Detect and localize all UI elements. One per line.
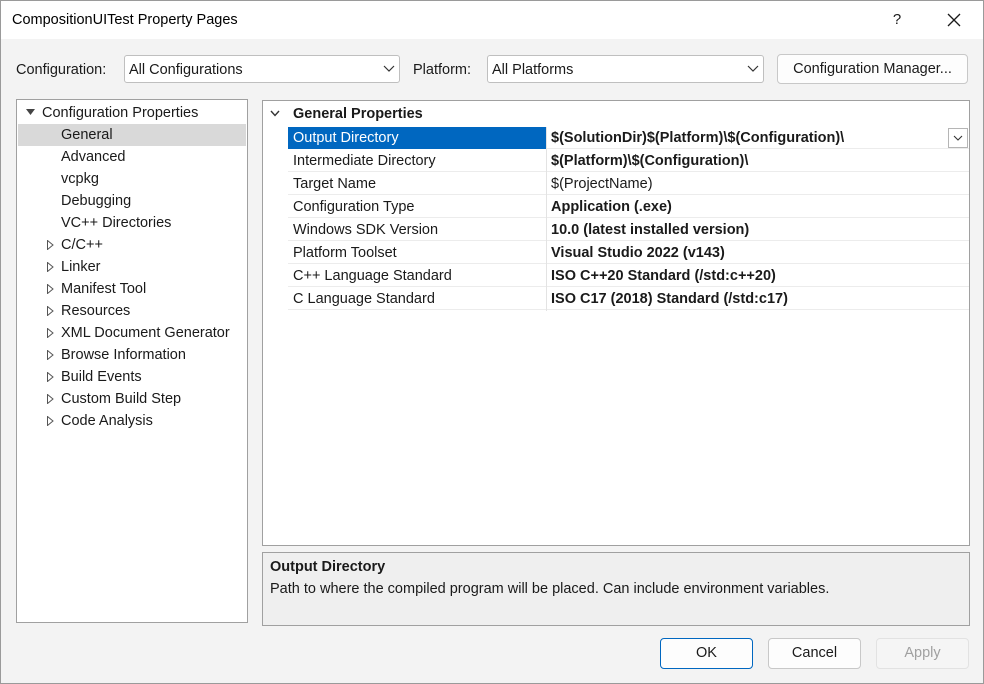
platform-label: Platform: [413,62,472,78]
expand-triangle-icon[interactable] [47,416,54,426]
property-name: Platform Toolset [288,242,546,264]
expand-triangle-icon[interactable] [47,350,54,360]
property-grid: General Properties Output Directory $(So… [262,100,970,546]
property-value[interactable]: $(Platform)\$(Configuration)\ [547,150,969,172]
property-row-windows-sdk-version[interactable]: Windows SDK Version 10.0 (latest install… [263,219,969,242]
cancel-button[interactable]: Cancel [768,638,861,669]
tree-item-label: Resources [61,303,131,319]
tree-item-manifest-tool[interactable]: Manifest Tool [18,278,246,300]
help-button[interactable]: ? [872,3,922,37]
tree-item-debugging[interactable]: Debugging [18,190,246,212]
property-row-target-name[interactable]: Target Name $(ProjectName) [263,173,969,196]
category-title: General Properties [293,106,423,122]
tree-item-vc-directories[interactable]: VC++ Directories [18,212,246,234]
tree-item-label: vcpkg [61,171,99,187]
property-name: Target Name [288,173,546,195]
property-name: C Language Standard [288,288,546,310]
property-value[interactable]: ISO C++20 Standard (/std:c++20) [547,265,969,287]
tree-item-label: Debugging [61,193,132,209]
tree-item-label: C/C++ [61,237,103,253]
property-value[interactable]: $(SolutionDir)$(Platform)\$(Configuratio… [547,127,969,149]
chevron-down-icon [747,65,759,72]
tree-item-c-cpp[interactable]: C/C++ [18,234,246,256]
configuration-dropdown[interactable]: All Configurations [124,55,400,83]
configuration-manager-button[interactable]: Configuration Manager... [777,54,968,84]
tree-item-resources[interactable]: Resources [18,300,246,322]
tree-item-label: Code Analysis [61,413,153,429]
configuration-value: All Configurations [129,62,243,78]
category-header-general-properties[interactable]: General Properties [263,103,969,125]
expanded-triangle-icon [26,109,35,115]
tree-item-label: Browse Information [61,347,186,363]
property-row-intermediate-directory[interactable]: Intermediate Directory $(Platform)\$(Con… [263,150,969,173]
window-title: CompositionUITest Property Pages [12,12,238,28]
property-row-output-directory[interactable]: Output Directory $(SolutionDir)$(Platfor… [263,127,969,150]
platform-dropdown[interactable]: All Platforms [487,55,764,83]
close-button[interactable] [929,3,979,37]
close-icon [947,13,961,27]
expand-triangle-icon[interactable] [47,328,54,338]
chevron-down-icon [953,135,963,141]
tree-item-build-events[interactable]: Build Events [18,366,246,388]
expand-triangle-icon[interactable] [47,262,54,272]
tree-item-label: VC++ Directories [61,215,172,231]
property-value[interactable]: 10.0 (latest installed version) [547,219,969,241]
tree-item-general[interactable]: General [18,124,246,146]
ok-button[interactable]: OK [660,638,753,669]
chevron-down-icon [383,65,395,72]
configuration-tree: Configuration Properties General Advance… [16,99,248,623]
property-row-cpp-language-standard[interactable]: C++ Language Standard ISO C++20 Standard… [263,265,969,288]
property-name: Configuration Type [288,196,546,218]
tree-item-linker[interactable]: Linker [18,256,246,278]
property-row-c-language-standard[interactable]: C Language Standard ISO C17 (2018) Stand… [263,288,969,311]
expand-triangle-icon[interactable] [47,306,54,316]
tree-item-code-analysis[interactable]: Code Analysis [18,410,246,432]
tree-item-label: Linker [61,259,101,275]
property-value-dropdown-button[interactable] [948,128,968,148]
apply-button[interactable]: Apply [876,638,969,669]
tree-root-label: Configuration Properties [42,105,199,121]
platform-value: All Platforms [492,62,574,78]
tree-item-label: Manifest Tool [61,281,147,297]
title-bar: CompositionUITest Property Pages ? [1,1,983,39]
collapse-chevron-icon[interactable] [270,110,280,117]
tree-item-browse-information[interactable]: Browse Information [18,344,246,366]
tree-item-xml-document-generator[interactable]: XML Document Generator [18,322,246,344]
property-name: C++ Language Standard [288,265,546,287]
description-text: Path to where the compiled program will … [270,581,830,597]
tree-item-label: Build Events [61,369,142,385]
tree-item-label: Custom Build Step [61,391,182,407]
property-name: Windows SDK Version [288,219,546,241]
expand-triangle-icon[interactable] [47,284,54,294]
description-panel: Output Directory Path to where the compi… [262,552,970,626]
property-pages-dialog: CompositionUITest Property Pages ? Confi… [0,0,984,684]
property-value[interactable]: $(ProjectName) [547,173,969,195]
tree-item-label: XML Document Generator [61,325,230,341]
tree-item-label: General [61,127,113,143]
tree-item-custom-build-step[interactable]: Custom Build Step [18,388,246,410]
property-row-configuration-type[interactable]: Configuration Type Application (.exe) [263,196,969,219]
expand-triangle-icon[interactable] [47,372,54,382]
configuration-label: Configuration: [16,62,107,78]
tree-item-vcpkg[interactable]: vcpkg [18,168,246,190]
property-value[interactable]: Visual Studio 2022 (v143) [547,242,969,264]
property-value[interactable]: Application (.exe) [547,196,969,218]
property-name: Output Directory [288,127,546,149]
tree-item-advanced[interactable]: Advanced [18,146,246,168]
expand-triangle-icon[interactable] [47,394,54,404]
property-row-platform-toolset[interactable]: Platform Toolset Visual Studio 2022 (v14… [263,242,969,265]
property-value[interactable]: ISO C17 (2018) Standard (/std:c17) [547,288,969,310]
tree-item-label: Advanced [61,149,126,165]
property-name: Intermediate Directory [288,150,546,172]
description-title: Output Directory [270,559,386,575]
expand-triangle-icon[interactable] [47,240,54,250]
tree-root-configuration-properties[interactable]: Configuration Properties [18,102,246,124]
